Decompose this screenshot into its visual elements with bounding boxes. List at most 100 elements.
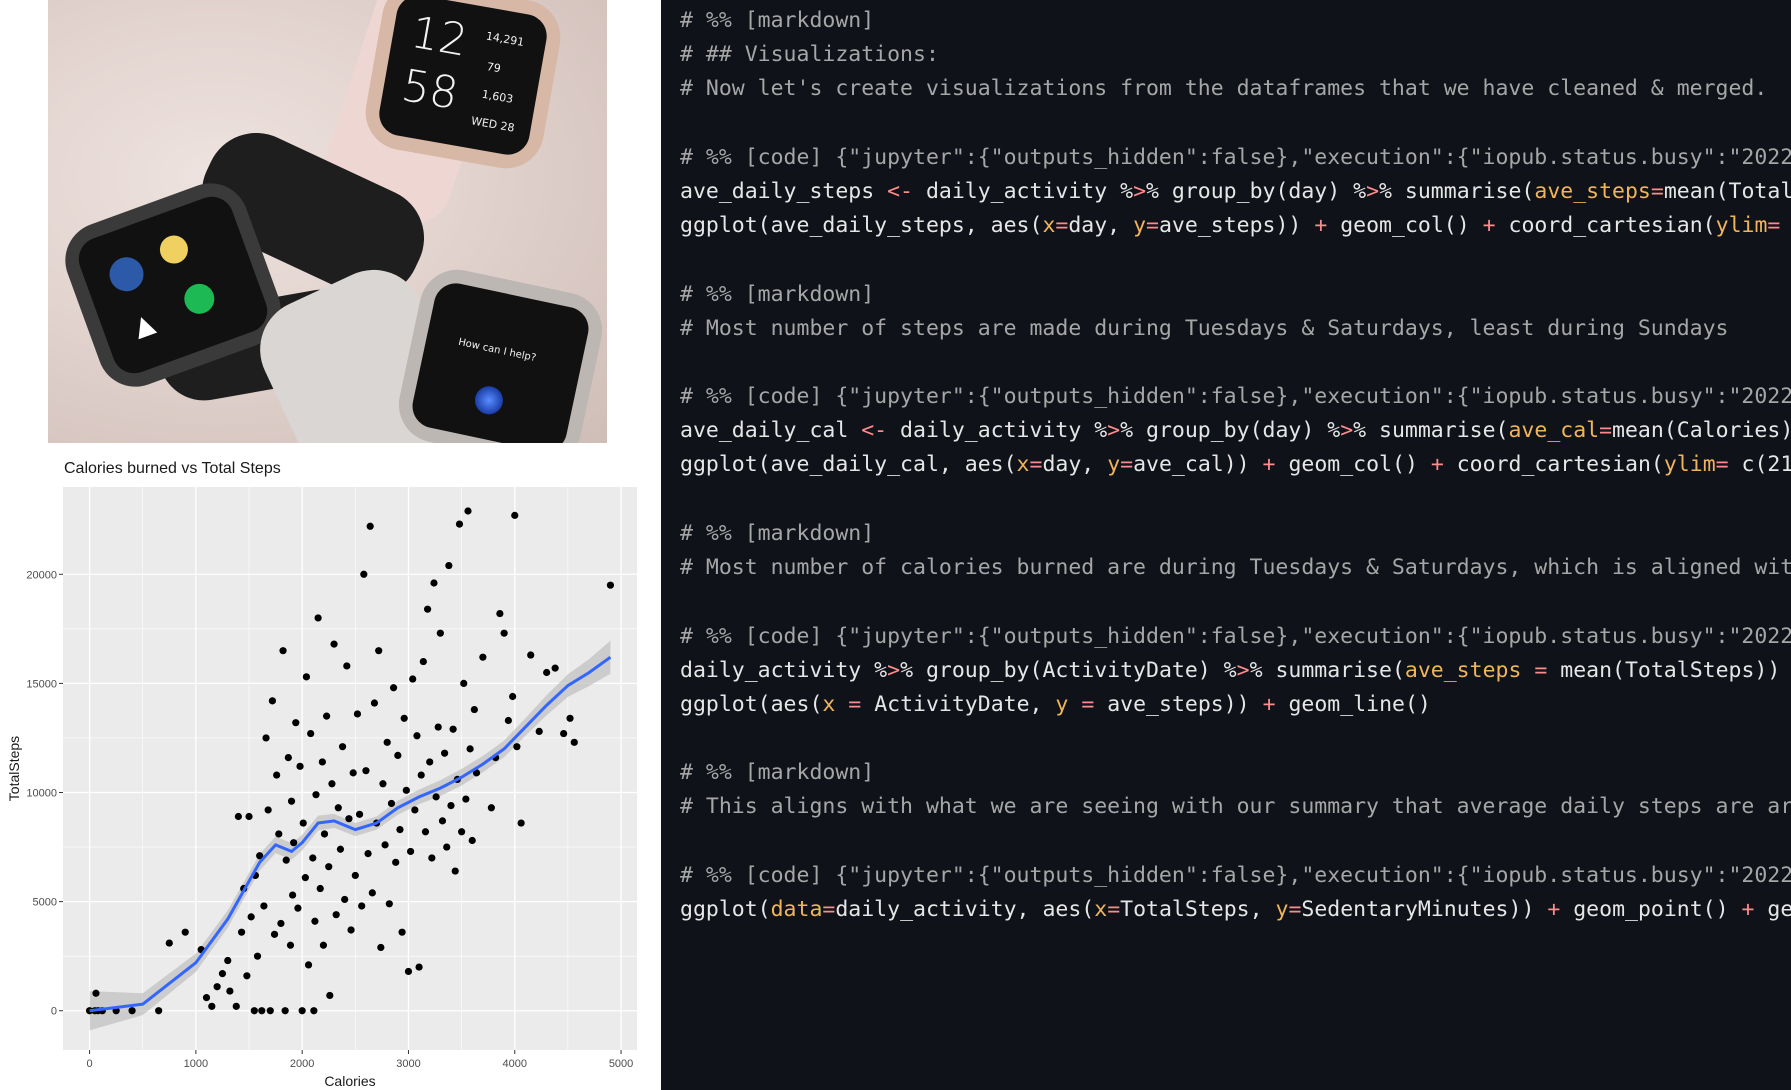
data-point (330, 640, 338, 648)
code-line[interactable]: # %% [markdown] (680, 8, 874, 34)
code-line[interactable]: ggplot(ave_daily_cal, aes(x=day, y=ave_c… (680, 452, 1791, 478)
code-token: mean(Calories) (1612, 418, 1791, 443)
code-token: day, (1042, 452, 1108, 477)
code-line[interactable]: # Most number of steps are made during T… (680, 316, 1728, 342)
code-line[interactable]: # ## Visualizations: (680, 42, 939, 68)
code-line[interactable]: # %% [markdown] (680, 521, 874, 547)
argument-token: y (1055, 692, 1069, 717)
operator-token: > (887, 658, 901, 683)
comment-token: # Most number of calories burned are dur… (680, 555, 1791, 580)
data-point (294, 904, 302, 912)
code-line[interactable]: # %% [code] {"jupyter":{"outputs_hidden"… (680, 384, 1791, 410)
code-editor[interactable]: # %% [markdown] # ## Visualizations: # Now… (661, 0, 1791, 1090)
comment-token: # Now let's create visualizations from t… (680, 76, 1768, 101)
code-token: TotalSteps, (1120, 897, 1276, 922)
argument-token: ylim (1663, 452, 1716, 477)
argument-token: ave_cal (1508, 418, 1600, 443)
watch-minute: 58 (397, 60, 462, 120)
data-point (566, 714, 574, 722)
data-point (268, 697, 277, 705)
code-token: ave_daily_steps (680, 179, 888, 204)
code-line[interactable]: ggplot(ave_daily_steps, aes(x=day, y=ave… (680, 213, 1791, 239)
data-point (213, 983, 221, 991)
data-point (434, 723, 442, 731)
data-point (364, 850, 372, 858)
data-point (496, 609, 504, 618)
data-point (464, 507, 472, 515)
data-point (351, 871, 359, 880)
code-token: % group_by(day) % (1120, 418, 1341, 443)
code-line[interactable]: # %% [code] {"jupyter":{"outputs_hidden"… (680, 624, 1791, 650)
code-line[interactable]: ave_daily_steps <- daily_activity %>% gr… (680, 179, 1791, 205)
operator-token: > (1107, 418, 1121, 443)
code-line[interactable]: # Most number of calories burned are dur… (680, 555, 1791, 581)
data-point (535, 727, 543, 736)
data-point (284, 753, 292, 762)
watch-gray-screen: How can I help? (408, 279, 593, 443)
argument-token: x (1016, 452, 1030, 477)
comment-token: # %% [markdown] (680, 282, 875, 307)
comment-token: # %% [markdown] (680, 521, 875, 546)
code-token: % summarise( (1379, 179, 1535, 204)
y-axis-title: TotalSteps (6, 736, 22, 801)
data-point (430, 579, 438, 587)
code-line[interactable]: ggplot(data=daily_activity, aes(x=TotalS… (680, 897, 1791, 923)
data-point (421, 828, 430, 836)
data-point (513, 743, 521, 751)
data-point (426, 758, 434, 766)
data-point (332, 911, 340, 919)
operator-token: = (822, 897, 836, 922)
data-point (250, 1007, 258, 1015)
plot-panel (63, 487, 637, 1050)
operator-token: + (1262, 452, 1276, 477)
app-icon-weather (155, 231, 192, 268)
comment-token: # Most number of steps are made during T… (680, 316, 1729, 341)
fitbit-product-photo: 12 58 14,291 79 1,603 WED 28 ▲ How can I… (48, 0, 607, 443)
code-line[interactable]: # This aligns with what we are seeing wi… (680, 794, 1791, 820)
data-point (436, 629, 444, 637)
data-point (449, 725, 457, 733)
app-icon-united (104, 252, 149, 297)
data-point (155, 1007, 163, 1015)
operator-token: = (1029, 452, 1043, 477)
data-point (307, 729, 315, 738)
code-line[interactable]: # %% [code] {"jupyter":{"outputs_hidden"… (680, 145, 1791, 171)
code-line[interactable]: # %% [markdown] (680, 760, 874, 786)
code-token: % summarise( (1353, 418, 1509, 443)
x-tick-label: 1000 (184, 1058, 208, 1070)
data-point (336, 845, 345, 853)
data-point (247, 913, 255, 921)
x-tick-label: 0 (87, 1058, 93, 1070)
data-point (396, 826, 404, 834)
watch-steps: 14,291 (485, 29, 526, 50)
code-line[interactable]: ave_daily_cal <- daily_activity %>% grou… (680, 418, 1791, 444)
x-tick-label: 2000 (290, 1058, 314, 1070)
data-point (385, 900, 393, 908)
data-point (368, 889, 376, 897)
code-line[interactable]: # Now let's create visualizations from t… (680, 76, 1767, 102)
data-point (290, 839, 298, 847)
code-line[interactable]: # %% [code] {"jupyter":{"outputs_hidden"… (680, 863, 1791, 889)
code-token: ggplot( (680, 897, 771, 922)
code-token: ggplot(aes( (680, 692, 823, 717)
code-line[interactable]: ggplot(aes(x = ActivityDate, y = ave_ste… (680, 692, 1431, 718)
operator-token: <- (887, 179, 913, 204)
data-point (349, 769, 357, 777)
data-point (462, 795, 470, 803)
data-point (286, 941, 295, 949)
code-token: SedentaryMinutes)) (1301, 897, 1548, 922)
code-line[interactable]: # %% [markdown] (680, 282, 874, 308)
code-token: mean(TotalS (1663, 179, 1791, 204)
code-line[interactable]: daily_activity %>% group_by(ActivityDate… (680, 658, 1791, 684)
data-point (360, 570, 368, 578)
data-point (479, 653, 487, 661)
data-point (455, 520, 464, 528)
data-point (92, 989, 100, 997)
data-point (441, 749, 449, 757)
code-token: geom_col() (1275, 452, 1431, 477)
operator-token: + (1314, 213, 1328, 238)
data-point (310, 1007, 318, 1015)
data-point (270, 930, 279, 938)
chart-title: Calories burned vs Total Steps (64, 460, 281, 477)
